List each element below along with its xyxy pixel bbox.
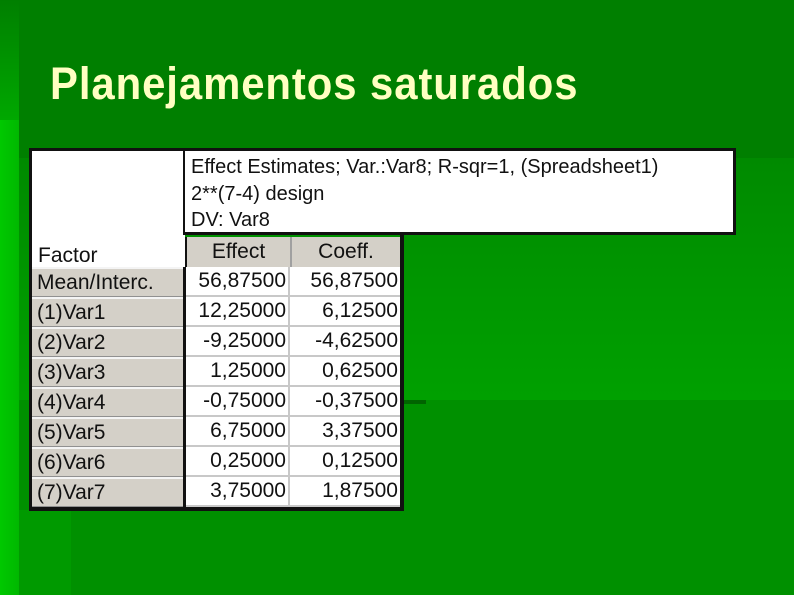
coeff-cell: 56,87500 [290, 267, 400, 297]
background-left-band [19, 510, 71, 595]
effect-column-header: Effect [185, 237, 292, 267]
effect-cell: 1,25000 [186, 357, 290, 387]
table-title-line-2: 2**(7-4) design [191, 182, 325, 205]
effect-cell: 12,25000 [186, 297, 290, 327]
background-left-strip [0, 120, 19, 595]
factor-cell: Mean/Interc. [32, 267, 183, 297]
effect-cell: 56,87500 [186, 267, 290, 297]
table-row: (5)Var5 6,75000 3,37500 [32, 417, 400, 447]
table-row: Mean/Interc. 56,87500 56,87500 [32, 267, 400, 297]
factor-header-cell: Factor [29, 148, 185, 268]
background-left-top-strip [0, 0, 19, 120]
table-right-border [400, 235, 404, 511]
effect-cell: 6,75000 [186, 417, 290, 447]
factor-cell: (6)Var6 [32, 447, 183, 477]
table-row: (7)Var7 3,75000 1,87500 [32, 477, 400, 507]
factor-cell: (2)Var2 [32, 327, 183, 357]
coeff-cell: 1,87500 [290, 477, 400, 507]
coeff-cell: 6,12500 [290, 297, 400, 327]
coeff-column-header: Coeff. [292, 237, 400, 267]
factor-cell: (4)Var4 [32, 387, 183, 417]
coeff-cell: -0,37500 [290, 387, 400, 417]
slide-title: Planejamentos saturados [50, 58, 579, 109]
factor-cell: (5)Var5 [32, 417, 183, 447]
effect-cell: 0,25000 [186, 447, 290, 477]
effect-cell: 3,75000 [186, 477, 290, 507]
table-left-border [29, 148, 32, 511]
coeff-cell: 0,12500 [290, 447, 400, 477]
table-title-line-3: DV: Var8 [191, 209, 270, 231]
table-body: Mean/Interc. 56,87500 56,87500 (1)Var1 12,25… [32, 267, 400, 507]
factor-column-header: Factor [38, 244, 98, 267]
factor-cell: (7)Var7 [32, 477, 183, 507]
effect-cell: -9,25000 [186, 327, 290, 357]
table-title-box: Effect Estimates; Var.:Var8; R-sqr=1, (S… [183, 148, 736, 235]
coeff-cell: -4,62500 [290, 327, 400, 357]
table-row: (2)Var2 -9,25000 -4,62500 [32, 327, 400, 357]
decorative-tick-mark [402, 400, 426, 404]
factor-cell: (3)Var3 [32, 357, 183, 387]
table-title-line-1: Effect Estimates; Var.:Var8; R-sqr=1, (S… [191, 156, 659, 178]
table-row: (1)Var1 12,25000 6,12500 [32, 297, 400, 327]
table-row: (3)Var3 1,25000 0,62500 [32, 357, 400, 387]
table-bottom-border [29, 507, 404, 511]
coeff-cell: 3,37500 [290, 417, 400, 447]
coeff-cell: 0,62500 [290, 357, 400, 387]
table-row: (6)Var6 0,25000 0,12500 [32, 447, 400, 477]
factor-cell: (1)Var1 [32, 297, 183, 327]
table-row: (4)Var4 -0,75000 -0,37500 [32, 387, 400, 417]
effect-cell: -0,75000 [186, 387, 290, 417]
